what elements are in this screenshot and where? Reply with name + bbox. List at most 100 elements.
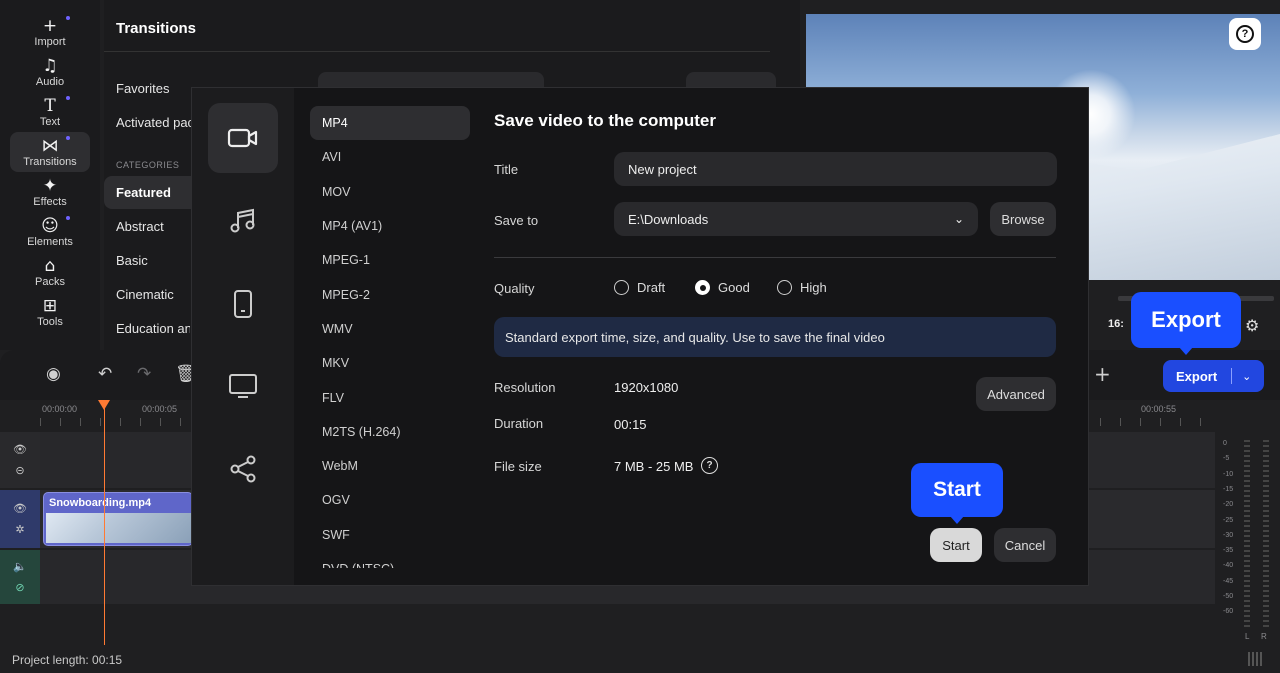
unlink-icon[interactable]: ⊘ xyxy=(15,581,24,594)
categories-label: CATEGORIES xyxy=(116,160,180,170)
add-track-icon[interactable]: + xyxy=(1094,362,1111,386)
rail-text[interactable]: T Text xyxy=(10,92,90,132)
mobile-destination[interactable] xyxy=(208,269,278,339)
meter-scale-label: -10 xyxy=(1223,470,1234,478)
rail-elements[interactable]: ☺ Elements xyxy=(10,212,90,252)
format-mkv[interactable]: MKV xyxy=(310,346,470,380)
rail-import[interactable]: + Import xyxy=(10,12,90,52)
quality-draft[interactable]: Draft xyxy=(614,280,665,295)
rail-transitions[interactable]: ⋈ Transitions xyxy=(10,132,90,172)
browse-button[interactable]: Browse xyxy=(990,202,1056,236)
advanced-button[interactable]: Advanced xyxy=(976,377,1056,411)
grid-icon[interactable] xyxy=(1248,652,1264,666)
meter-scale-label: -5 xyxy=(1223,455,1230,463)
gear-icon[interactable]: ⚙ xyxy=(1245,316,1259,335)
audio-destination[interactable] xyxy=(208,186,278,256)
new-dot xyxy=(66,136,70,140)
export-callout: Export xyxy=(1131,292,1241,355)
resolution-label: Resolution xyxy=(494,380,556,395)
redo-icon[interactable]: ↷ xyxy=(137,364,151,384)
clip-thumbnails xyxy=(46,513,192,543)
clip-name: Snowboarding.mp4 xyxy=(49,497,152,509)
effects-icon[interactable]: ✲ xyxy=(15,523,24,536)
panel-title: Transitions xyxy=(116,20,197,37)
new-dot xyxy=(66,216,70,220)
title-label: Title xyxy=(494,162,519,177)
export-button[interactable]: Export ⌄ xyxy=(1163,360,1264,392)
format-webm[interactable]: WebM xyxy=(310,449,470,483)
cancel-button[interactable]: Cancel xyxy=(994,528,1056,562)
panel-favorites[interactable]: Favorites xyxy=(116,81,169,96)
rail-audio[interactable]: ♫ Audio xyxy=(10,52,90,92)
save-to-dropdown[interactable]: E:\Downloads ⌄ xyxy=(614,202,978,236)
start-callout: Start xyxy=(911,463,1003,524)
audio-track-header: 🔈 ⊘ xyxy=(0,550,40,604)
tv-icon xyxy=(229,374,257,398)
meter-left xyxy=(1244,440,1250,628)
title-input[interactable]: New project xyxy=(614,152,1057,186)
rail-effects[interactable]: ✦ Effects xyxy=(10,172,90,212)
meter-channel-l: L xyxy=(1245,632,1250,641)
video-camera-icon xyxy=(227,128,258,148)
rail-packs[interactable]: ⌂ Packs xyxy=(10,252,90,292)
rail-label: Tools xyxy=(37,315,63,328)
meter-scale-label: -45 xyxy=(1223,577,1234,585)
video-clip[interactable]: Snowboarding.mp4 xyxy=(43,492,193,546)
format-mp4[interactable]: MP4 xyxy=(310,106,470,141)
help-icon[interactable]: ? xyxy=(701,457,718,474)
playhead-handle[interactable] xyxy=(98,400,110,410)
start-button[interactable]: Start xyxy=(930,528,982,562)
category-basic[interactable]: Basic xyxy=(116,253,148,268)
quality-info: Standard export time, size, and quality.… xyxy=(494,317,1056,357)
format-mpeg2[interactable]: MPEG-2 xyxy=(310,277,470,311)
meter-scale-label: 0 xyxy=(1223,440,1227,447)
share-destination[interactable] xyxy=(208,434,278,504)
category-education[interactable]: Education and xyxy=(116,321,190,336)
panel-activated[interactable]: Activated pac xyxy=(116,115,194,130)
transitions-icon: ⋈ xyxy=(41,135,59,156)
rail-tools[interactable]: ⊞ Tools xyxy=(10,292,90,332)
format-dvd-ntsc[interactable]: DVD (NTSC) xyxy=(310,552,470,568)
category-abstract[interactable]: Abstract xyxy=(116,219,164,234)
link-icon[interactable]: ⊝ xyxy=(15,464,24,477)
divider xyxy=(1231,368,1233,384)
format-mov[interactable]: MOV xyxy=(310,175,470,209)
text-icon: T xyxy=(44,95,56,116)
undo-icon[interactable]: ↶ xyxy=(98,364,112,384)
ruler-tick: 00:00:55 xyxy=(1141,404,1177,414)
format-flv[interactable]: FLV xyxy=(310,380,470,414)
category-featured[interactable]: Featured xyxy=(116,185,171,200)
speaker-icon[interactable]: 🔈 xyxy=(13,560,27,573)
radio-icon xyxy=(614,280,629,295)
aspect-ratio-label[interactable]: 16: xyxy=(1108,318,1124,330)
tv-destination[interactable] xyxy=(208,351,278,421)
new-dot xyxy=(66,96,70,100)
eye-icon[interactable]: 👁 xyxy=(13,443,27,456)
computer-destination[interactable] xyxy=(208,103,278,173)
dialog-title: Save video to the computer xyxy=(494,111,716,130)
meter-scale-label: -20 xyxy=(1223,501,1234,509)
record-icon[interactable]: ◉ xyxy=(46,364,61,384)
chevron-down-icon[interactable]: ⌄ xyxy=(1242,370,1251,383)
rail-label: Audio xyxy=(35,75,65,88)
format-ogv[interactable]: OGV xyxy=(310,483,470,517)
tools-icon: ⊞ xyxy=(42,295,58,316)
export-label: Export xyxy=(1176,368,1218,384)
quality-high[interactable]: High xyxy=(777,280,827,295)
eye-icon[interactable]: 👁 xyxy=(13,502,27,515)
format-mpeg1[interactable]: MPEG-1 xyxy=(310,243,470,277)
playhead[interactable] xyxy=(104,400,105,645)
format-mp4-av1[interactable]: MP4 (AV1) xyxy=(310,209,470,243)
format-avi[interactable]: AVI xyxy=(310,140,470,174)
main-track-header: 👁 ✲ xyxy=(0,490,40,548)
format-m2ts[interactable]: M2TS (H.264) xyxy=(310,415,470,449)
help-button[interactable]: ? xyxy=(1229,18,1261,50)
rail-label: Import xyxy=(34,35,66,48)
divider xyxy=(104,51,770,52)
format-swf[interactable]: SWF xyxy=(310,518,470,552)
ruler-tick: 00:00:05 xyxy=(142,404,178,414)
duration-label: Duration xyxy=(494,416,544,431)
category-cinematic[interactable]: Cinematic xyxy=(116,287,174,302)
quality-good[interactable]: Good xyxy=(695,280,750,295)
format-wmv[interactable]: WMV xyxy=(310,312,470,346)
